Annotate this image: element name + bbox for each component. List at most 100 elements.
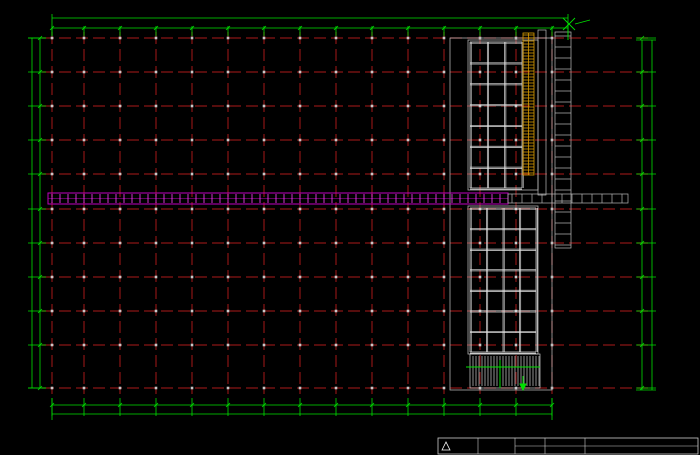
column-marker <box>406 241 410 245</box>
column-marker <box>82 207 86 211</box>
column-marker <box>82 36 86 40</box>
column-marker <box>442 386 446 390</box>
column-marker <box>442 207 446 211</box>
column-marker <box>262 172 266 176</box>
column-marker <box>50 309 54 313</box>
column-marker <box>190 207 194 211</box>
column-marker <box>118 70 122 74</box>
column-marker <box>82 275 86 279</box>
column-marker <box>298 386 302 390</box>
column-marker <box>154 207 158 211</box>
column-marker <box>50 343 54 347</box>
column-marker <box>262 207 266 211</box>
column-marker <box>82 104 86 108</box>
column-marker <box>262 309 266 313</box>
column-marker <box>154 36 158 40</box>
column-marker <box>334 36 338 40</box>
column-marker <box>514 275 518 279</box>
column-marker <box>514 138 518 142</box>
column-marker <box>226 70 230 74</box>
column-marker <box>370 70 374 74</box>
column-marker <box>334 275 338 279</box>
column-marker <box>298 104 302 108</box>
column-marker <box>262 386 266 390</box>
column-marker <box>406 104 410 108</box>
column-marker <box>226 104 230 108</box>
column-marker <box>298 207 302 211</box>
column-marker <box>226 309 230 313</box>
column-marker <box>370 172 374 176</box>
column-marker <box>262 104 266 108</box>
column-marker <box>298 275 302 279</box>
column-marker <box>50 386 54 390</box>
column-marker <box>154 138 158 142</box>
column-marker <box>370 343 374 347</box>
column-marker <box>406 70 410 74</box>
column-marker <box>154 275 158 279</box>
column-marker <box>406 138 410 142</box>
column-marker <box>370 275 374 279</box>
column-marker <box>226 275 230 279</box>
column-marker <box>442 70 446 74</box>
column-marker <box>406 386 410 390</box>
column-marker <box>118 138 122 142</box>
column-marker <box>334 70 338 74</box>
column-marker <box>262 70 266 74</box>
column-marker <box>406 275 410 279</box>
column-marker <box>118 275 122 279</box>
column-marker <box>370 104 374 108</box>
column-marker <box>370 241 374 245</box>
column-marker <box>190 138 194 142</box>
column-marker <box>442 104 446 108</box>
column-marker <box>478 343 482 347</box>
column-marker <box>406 172 410 176</box>
column-marker <box>118 36 122 40</box>
column-marker <box>442 138 446 142</box>
column-marker <box>370 138 374 142</box>
column-marker <box>190 241 194 245</box>
column-marker <box>406 36 410 40</box>
column-marker <box>370 386 374 390</box>
column-marker <box>370 207 374 211</box>
column-marker <box>370 309 374 313</box>
column-marker <box>334 343 338 347</box>
column-marker <box>298 138 302 142</box>
column-marker <box>50 104 54 108</box>
column-marker <box>514 172 518 176</box>
column-marker <box>190 70 194 74</box>
title-block <box>437 437 699 455</box>
column-marker <box>82 241 86 245</box>
column-marker <box>334 138 338 142</box>
column-marker <box>298 172 302 176</box>
column-marker <box>190 343 194 347</box>
column-marker <box>226 172 230 176</box>
column-marker <box>478 138 482 142</box>
column-marker <box>262 343 266 347</box>
column-marker <box>118 241 122 245</box>
column-marker <box>82 138 86 142</box>
cad-drawing-canvas <box>0 0 700 455</box>
column-marker <box>50 70 54 74</box>
column-marker <box>514 70 518 74</box>
column-marker <box>298 70 302 74</box>
column-marker <box>334 386 338 390</box>
column-marker <box>442 275 446 279</box>
column-marker <box>262 138 266 142</box>
column-marker <box>226 138 230 142</box>
column-marker <box>190 36 194 40</box>
column-marker <box>50 138 54 142</box>
column-marker <box>82 309 86 313</box>
column-marker <box>50 241 54 245</box>
column-marker <box>154 172 158 176</box>
column-marker <box>442 172 446 176</box>
column-marker <box>50 275 54 279</box>
column-marker <box>190 275 194 279</box>
column-marker <box>154 343 158 347</box>
column-marker <box>442 241 446 245</box>
column-marker <box>406 207 410 211</box>
column-marker <box>82 70 86 74</box>
column-marker <box>82 386 86 390</box>
column-marker <box>154 70 158 74</box>
column-marker <box>226 36 230 40</box>
column-marker <box>226 386 230 390</box>
